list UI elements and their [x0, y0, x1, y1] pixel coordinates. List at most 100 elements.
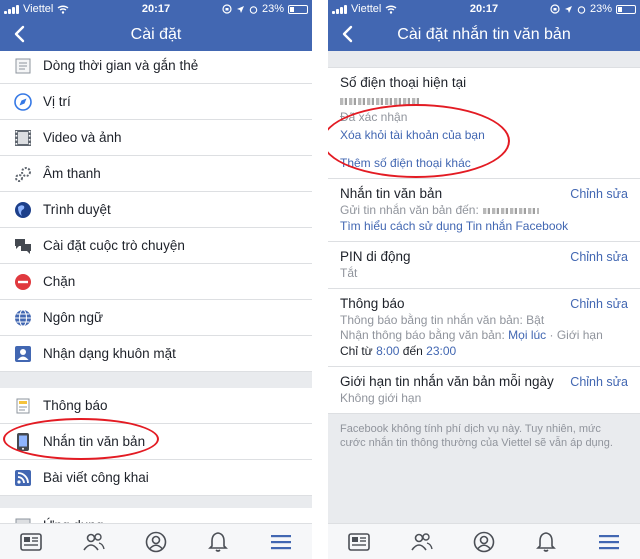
back-arrow-icon[interactable] — [338, 24, 358, 44]
language-globe-icon — [12, 307, 34, 329]
send-to-label: Gửi tin nhắn văn bản đến: — [340, 203, 479, 217]
tab-news-feed[interactable] — [345, 530, 373, 554]
battery-icon — [616, 4, 636, 14]
settings-group-notifications: Thông báo Nhắn tin văn bản Bài viết công… — [0, 388, 312, 544]
sms-notification-status: Thông báo bằng tin nhắn văn bản: Bật — [340, 313, 545, 327]
friends-icon — [410, 532, 433, 550]
tab-friends[interactable] — [408, 530, 436, 554]
settings-item-video-photos[interactable]: Video và ảnh — [0, 120, 312, 156]
settings-item-language[interactable]: Ngôn ngữ — [0, 300, 312, 336]
rotation-lock-icon — [222, 4, 232, 14]
add-phone-link[interactable]: Thêm số điện thoại khác — [340, 155, 628, 171]
menu-icon — [598, 534, 619, 549]
start-time-link[interactable]: 8:00 — [376, 344, 399, 358]
back-arrow-icon[interactable] — [10, 24, 30, 44]
settings-screen: Viettel 20:17 23% Cài đặt Dòng thời gian… — [0, 0, 312, 559]
news-feed-icon — [348, 532, 370, 551]
profile-icon — [145, 531, 167, 552]
settings-item-label: Trình duyệt — [43, 202, 111, 217]
end-time-link[interactable]: 23:00 — [426, 344, 456, 358]
mobile-pin-section: PIN di động Chỉnh sửa Tắt — [328, 242, 640, 289]
daily-limit-section: Giới hạn tin nhắn văn bản mỗi ngày Chỉnh… — [328, 367, 640, 413]
limit-label: · Giới hạn — [549, 328, 603, 342]
status-bar: Viettel 20:17 23% — [0, 0, 312, 18]
settings-item-text-messaging[interactable]: Nhắn tin văn bản — [0, 424, 312, 460]
tab-bar — [0, 523, 312, 559]
bell-icon — [208, 531, 229, 552]
timeline-icon — [12, 55, 34, 77]
settings-item-timeline[interactable]: Dòng thời gian và gắn thẻ — [0, 48, 312, 84]
anytime-link[interactable]: Mọi lúc — [508, 328, 546, 342]
bell-icon — [536, 531, 557, 552]
page-title: Cài đặt — [130, 25, 182, 43]
friends-icon — [82, 532, 105, 550]
learn-more-link[interactable]: Tìm hiểu cách sử dụng Tin nhắn Facebook — [340, 218, 628, 234]
notifications-section: Thông báo Chỉnh sửa Thông báo bằng tin n… — [328, 289, 640, 367]
status-bar: Viettel 20:17 23% — [328, 0, 640, 18]
tab-profile[interactable] — [470, 530, 498, 554]
redacted-number — [482, 207, 539, 214]
rss-icon — [12, 467, 34, 489]
location-arrow-icon — [564, 5, 572, 13]
settings-item-chat-settings[interactable]: Cài đặt cuộc trò chuyện — [0, 228, 312, 264]
settings-item-sound[interactable]: Âm thanh — [0, 156, 312, 192]
phone-icon — [12, 431, 34, 453]
current-phone-section: Số điện thoại hiện tại Đã xác nhận Xóa k… — [328, 68, 640, 179]
top-spacing — [328, 51, 640, 67]
settings-item-block[interactable]: Chặn — [0, 264, 312, 300]
settings-item-label: Thông báo — [43, 398, 108, 413]
settings-item-label: Âm thanh — [43, 166, 101, 181]
settings-item-label: Dòng thời gian và gắn thẻ — [43, 58, 199, 73]
page-title: Cài đặt nhắn tin văn bản — [397, 25, 571, 43]
alarm-icon — [249, 5, 258, 14]
text-messaging-section: Nhắn tin văn bản Chỉnh sửa Gửi tin nhắn … — [328, 179, 640, 242]
settings-item-public-posts[interactable]: Bài viết công khai — [0, 460, 312, 496]
location-arrow-icon — [236, 5, 244, 13]
edit-link[interactable]: Chỉnh sửa — [570, 250, 628, 264]
rotation-lock-icon — [550, 4, 560, 14]
tab-notifications[interactable] — [204, 530, 232, 554]
to-label: đến — [402, 344, 423, 358]
profile-icon — [473, 531, 495, 552]
menu-icon — [270, 534, 291, 549]
settings-item-label: Video và ảnh — [43, 130, 122, 145]
carrier-fee-note: Facebook không tính phí dịch vụ này. Tuy… — [340, 423, 613, 449]
settings-item-browser[interactable]: Trình duyệt — [0, 192, 312, 228]
tab-menu[interactable] — [595, 530, 623, 554]
globe-icon — [12, 199, 34, 221]
text-message-settings-screen: Viettel 20:17 23% Cài đặt nhắn tin văn b… — [328, 0, 640, 559]
settings-item-label: Nhận dạng khuôn mặt — [43, 346, 176, 361]
block-icon — [12, 271, 34, 293]
section-gap — [0, 372, 312, 388]
section-gap — [0, 496, 312, 508]
settings-item-label: Chặn — [43, 274, 76, 289]
tab-news-feed[interactable] — [17, 530, 45, 554]
battery-percent: 23% — [261, 3, 284, 15]
nav-bar: Cài đặt — [0, 18, 312, 51]
tab-menu[interactable] — [267, 530, 295, 554]
settings-item-notifications[interactable]: Thông báo — [0, 388, 312, 424]
settings-item-face-recognition[interactable]: Nhận dạng khuôn mặt — [0, 336, 312, 372]
screenshot-stage: Viettel 20:17 23% Cài đặt Dòng thời gian… — [0, 0, 640, 559]
notification-icon — [12, 395, 34, 417]
pin-status: Tắt — [340, 266, 358, 280]
news-feed-icon — [20, 532, 42, 551]
settings-item-label: Cài đặt cuộc trò chuyện — [43, 238, 185, 253]
tab-friends[interactable] — [80, 530, 108, 554]
alarm-icon — [577, 5, 586, 14]
chat-icon — [12, 235, 34, 257]
edit-link[interactable]: Chỉnh sửa — [570, 187, 628, 201]
remove-phone-link[interactable]: Xóa khỏi tài khoản của bạn — [340, 127, 628, 143]
settings-item-location[interactable]: Vị trí — [0, 84, 312, 120]
battery-percent: 23% — [589, 3, 612, 15]
settings-item-label: Vị trí — [43, 94, 71, 109]
edit-link[interactable]: Chỉnh sửa — [570, 297, 628, 311]
tab-notifications[interactable] — [532, 530, 560, 554]
face-id-icon — [12, 343, 34, 365]
edit-link[interactable]: Chỉnh sửa — [570, 375, 628, 389]
only-from-label: Chỉ từ — [340, 344, 373, 358]
nav-bar: Cài đặt nhắn tin văn bản — [328, 18, 640, 51]
section-title: Số điện thoại hiện tại — [340, 75, 467, 90]
sound-icon — [12, 163, 34, 185]
tab-profile[interactable] — [142, 530, 170, 554]
